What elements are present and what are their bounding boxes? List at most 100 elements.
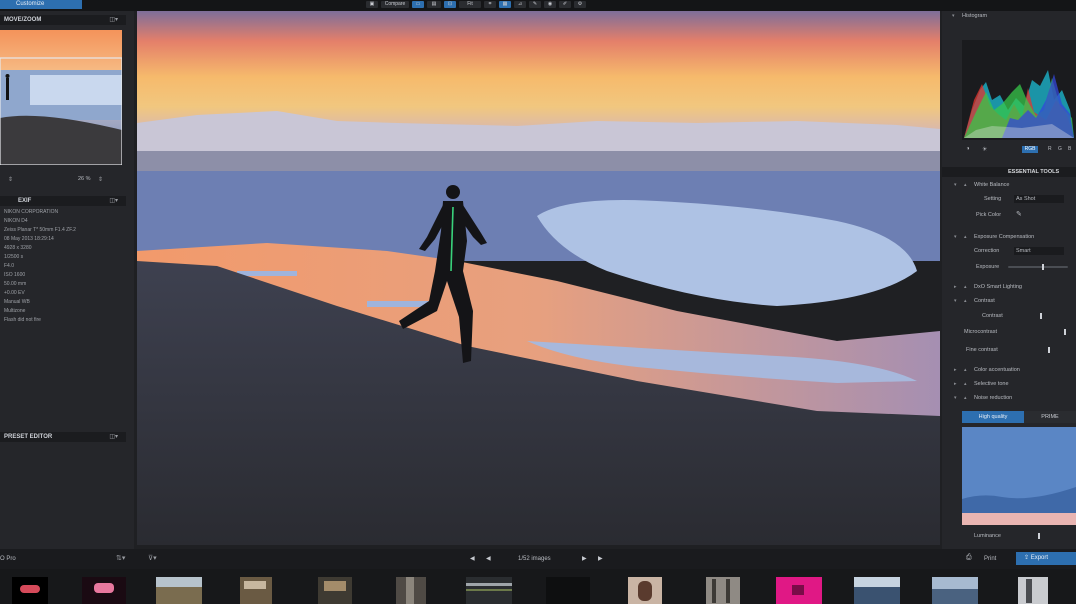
prime-tab[interactable]: PRIME bbox=[1024, 411, 1076, 423]
export-button[interactable]: ⇪ Export bbox=[1016, 552, 1076, 565]
contrast-row[interactable]: ▾ ▴ Contrast bbox=[942, 296, 1076, 306]
color-accentuation-row[interactable]: ▸ ▴ Color accentuation bbox=[942, 365, 1076, 375]
exposure-slider[interactable] bbox=[1008, 266, 1068, 268]
split-view-button[interactable]: ▤ bbox=[427, 0, 441, 8]
main-photo-viewer[interactable] bbox=[137, 11, 940, 545]
histogram-title: Histogram bbox=[962, 13, 988, 19]
print-icon[interactable]: ⎙ bbox=[966, 554, 972, 562]
move-zoom-header[interactable]: MOVE/ZOOM ◫▾ bbox=[0, 15, 126, 25]
channel-g[interactable]: G bbox=[1058, 146, 1062, 152]
fit-zoom-button[interactable]: ⊡ bbox=[444, 0, 456, 8]
crop-icon[interactable]: ⌗ bbox=[484, 0, 496, 8]
toggle-icon[interactable]: ▴ bbox=[964, 180, 967, 190]
filmstrip-thumbnail[interactable] bbox=[932, 577, 978, 604]
noise-reduction-row[interactable]: ▾ ▴ Noise reduction bbox=[942, 393, 1076, 403]
channel-r[interactable]: R bbox=[1048, 146, 1052, 152]
toggle-icon[interactable]: ▴ bbox=[964, 296, 967, 306]
filmstrip-thumbnail[interactable] bbox=[318, 577, 352, 604]
customize-button[interactable]: Customize bbox=[0, 0, 82, 9]
filmstrip-thumbnail[interactable] bbox=[854, 577, 900, 604]
straighten-icon[interactable]: ⊿ bbox=[514, 0, 526, 8]
collapse-icon: ▾ bbox=[954, 182, 957, 188]
high-quality-tab[interactable]: High quality bbox=[962, 411, 1024, 423]
panel-menu-icon[interactable]: ◫▾ bbox=[109, 196, 118, 206]
previous-image-icon[interactable]: ◀ bbox=[470, 555, 475, 562]
exposure-compensation-row[interactable]: ▾ ▴ Exposure Compensation bbox=[942, 232, 1076, 242]
zoom-value[interactable]: 26 % bbox=[78, 176, 91, 182]
zoom-stepper-icon[interactable]: ⇕ bbox=[8, 176, 13, 183]
collapse-icon: ▸ bbox=[954, 381, 957, 387]
navigator-thumbnail[interactable] bbox=[0, 30, 122, 165]
panel-menu-icon[interactable]: ◫▾ bbox=[109, 432, 118, 442]
zoom-value-stepper-icon[interactable]: ⇕ bbox=[98, 176, 103, 183]
filmstrip-thumbnail[interactable] bbox=[396, 577, 426, 604]
exposure-slider-knob[interactable] bbox=[1042, 264, 1044, 270]
filmstrip-thumbnail[interactable] bbox=[1018, 577, 1048, 604]
compare-button[interactable]: Compare bbox=[381, 0, 409, 8]
smart-lighting-row[interactable]: ▸ ▴ DxO Smart Lighting bbox=[942, 282, 1076, 292]
wb-setting-select[interactable]: As Shot bbox=[1014, 195, 1064, 203]
channel-b[interactable]: B bbox=[1068, 146, 1071, 152]
filmstrip-thumbnail[interactable] bbox=[156, 577, 202, 604]
correction-select[interactable]: Smart bbox=[1014, 247, 1064, 255]
compare-icon[interactable]: ▣ bbox=[366, 0, 378, 8]
grid-icon[interactable]: ▦ bbox=[499, 0, 511, 8]
repair-icon[interactable]: ✎ bbox=[529, 0, 541, 8]
histogram-graph bbox=[962, 40, 1076, 140]
noise-preview[interactable] bbox=[962, 427, 1076, 525]
filmstrip-thumbnail[interactable] bbox=[776, 577, 822, 604]
microcontrast-label: Microcontrast bbox=[964, 329, 998, 335]
redeye-icon[interactable]: ◉ bbox=[544, 0, 556, 8]
single-view-button[interactable]: ▭ bbox=[412, 0, 424, 8]
toggle-icon[interactable]: ▴ bbox=[964, 282, 967, 292]
filmstrip-thumbnail[interactable] bbox=[12, 577, 48, 604]
shadow-clip-icon[interactable]: ◑ bbox=[966, 146, 970, 152]
filmstrip-thumbnail[interactable] bbox=[82, 577, 126, 604]
selective-tone-row[interactable]: ▸ ▴ Selective tone bbox=[942, 379, 1076, 389]
toggle-icon[interactable]: ▴ bbox=[964, 232, 967, 242]
previous-image-icon[interactable]: ◀ bbox=[486, 555, 491, 562]
channel-rgb[interactable]: RGB bbox=[1022, 146, 1038, 153]
filmstrip-thumbnail[interactable] bbox=[466, 577, 512, 604]
brush-icon[interactable]: ✐ bbox=[559, 0, 571, 8]
highlight-clip-icon[interactable]: ☀ bbox=[982, 146, 987, 153]
exif-header[interactable]: EXIF ◫▾ bbox=[0, 196, 126, 206]
filter-icon[interactable]: ⊽▾ bbox=[148, 554, 157, 562]
luminance-slider-knob[interactable] bbox=[1038, 533, 1040, 539]
exif-line: Flash did not fire bbox=[4, 317, 41, 323]
settings-icon[interactable]: ⚙ bbox=[574, 0, 586, 8]
essential-tools-header[interactable]: ESSENTIAL TOOLS bbox=[942, 167, 1076, 177]
customize-label: Customize bbox=[16, 1, 45, 7]
microcontrast-slider-knob[interactable] bbox=[1064, 329, 1066, 335]
next-image-icon[interactable]: ▶ bbox=[598, 555, 603, 562]
print-button[interactable]: Print bbox=[984, 556, 996, 562]
next-image-icon[interactable]: ▶ bbox=[582, 555, 587, 562]
histogram-header[interactable]: ▾ Histogram bbox=[942, 11, 1076, 21]
contrast-slider-knob[interactable] bbox=[1040, 313, 1042, 319]
panel-menu-icon[interactable]: ◫▾ bbox=[109, 15, 118, 25]
preset-editor-title: PRESET EDITOR bbox=[4, 434, 53, 440]
noise-reduction-label: Noise reduction bbox=[974, 395, 1013, 401]
toggle-icon[interactable]: ▴ bbox=[964, 365, 967, 375]
luminance-label: Luminance bbox=[974, 533, 1001, 539]
preset-editor-header[interactable]: PRESET EDITOR ◫▾ bbox=[0, 432, 126, 442]
eyedropper-icon[interactable]: ✎ bbox=[1016, 210, 1022, 220]
exposure-slider-row: Exposure bbox=[942, 262, 1076, 272]
contrast-label: Contrast bbox=[974, 298, 995, 304]
main-photo bbox=[137, 11, 940, 545]
fine-contrast-slider-knob[interactable] bbox=[1048, 347, 1050, 353]
filmstrip-thumbnail[interactable] bbox=[546, 577, 590, 604]
filmstrip-thumbnail[interactable] bbox=[240, 577, 272, 604]
export-icon: ⇪ bbox=[1024, 555, 1031, 561]
exif-line: 1/2500 s bbox=[4, 254, 24, 260]
sort-icon[interactable]: ⇅▾ bbox=[116, 554, 125, 562]
filmstrip-thumbnail[interactable] bbox=[628, 577, 662, 604]
exif-line: 50.00 mm bbox=[4, 281, 27, 287]
zoom-select[interactable]: Fit bbox=[459, 0, 481, 8]
exif-line: +0.00 EV bbox=[4, 290, 25, 296]
white-balance-row[interactable]: ▾ ▴ White Balance bbox=[942, 180, 1076, 190]
toggle-icon[interactable]: ▴ bbox=[964, 379, 967, 389]
toggle-icon[interactable]: ▴ bbox=[964, 393, 967, 403]
noise-preview-image bbox=[962, 427, 1076, 525]
filmstrip-thumbnail[interactable] bbox=[706, 577, 740, 604]
